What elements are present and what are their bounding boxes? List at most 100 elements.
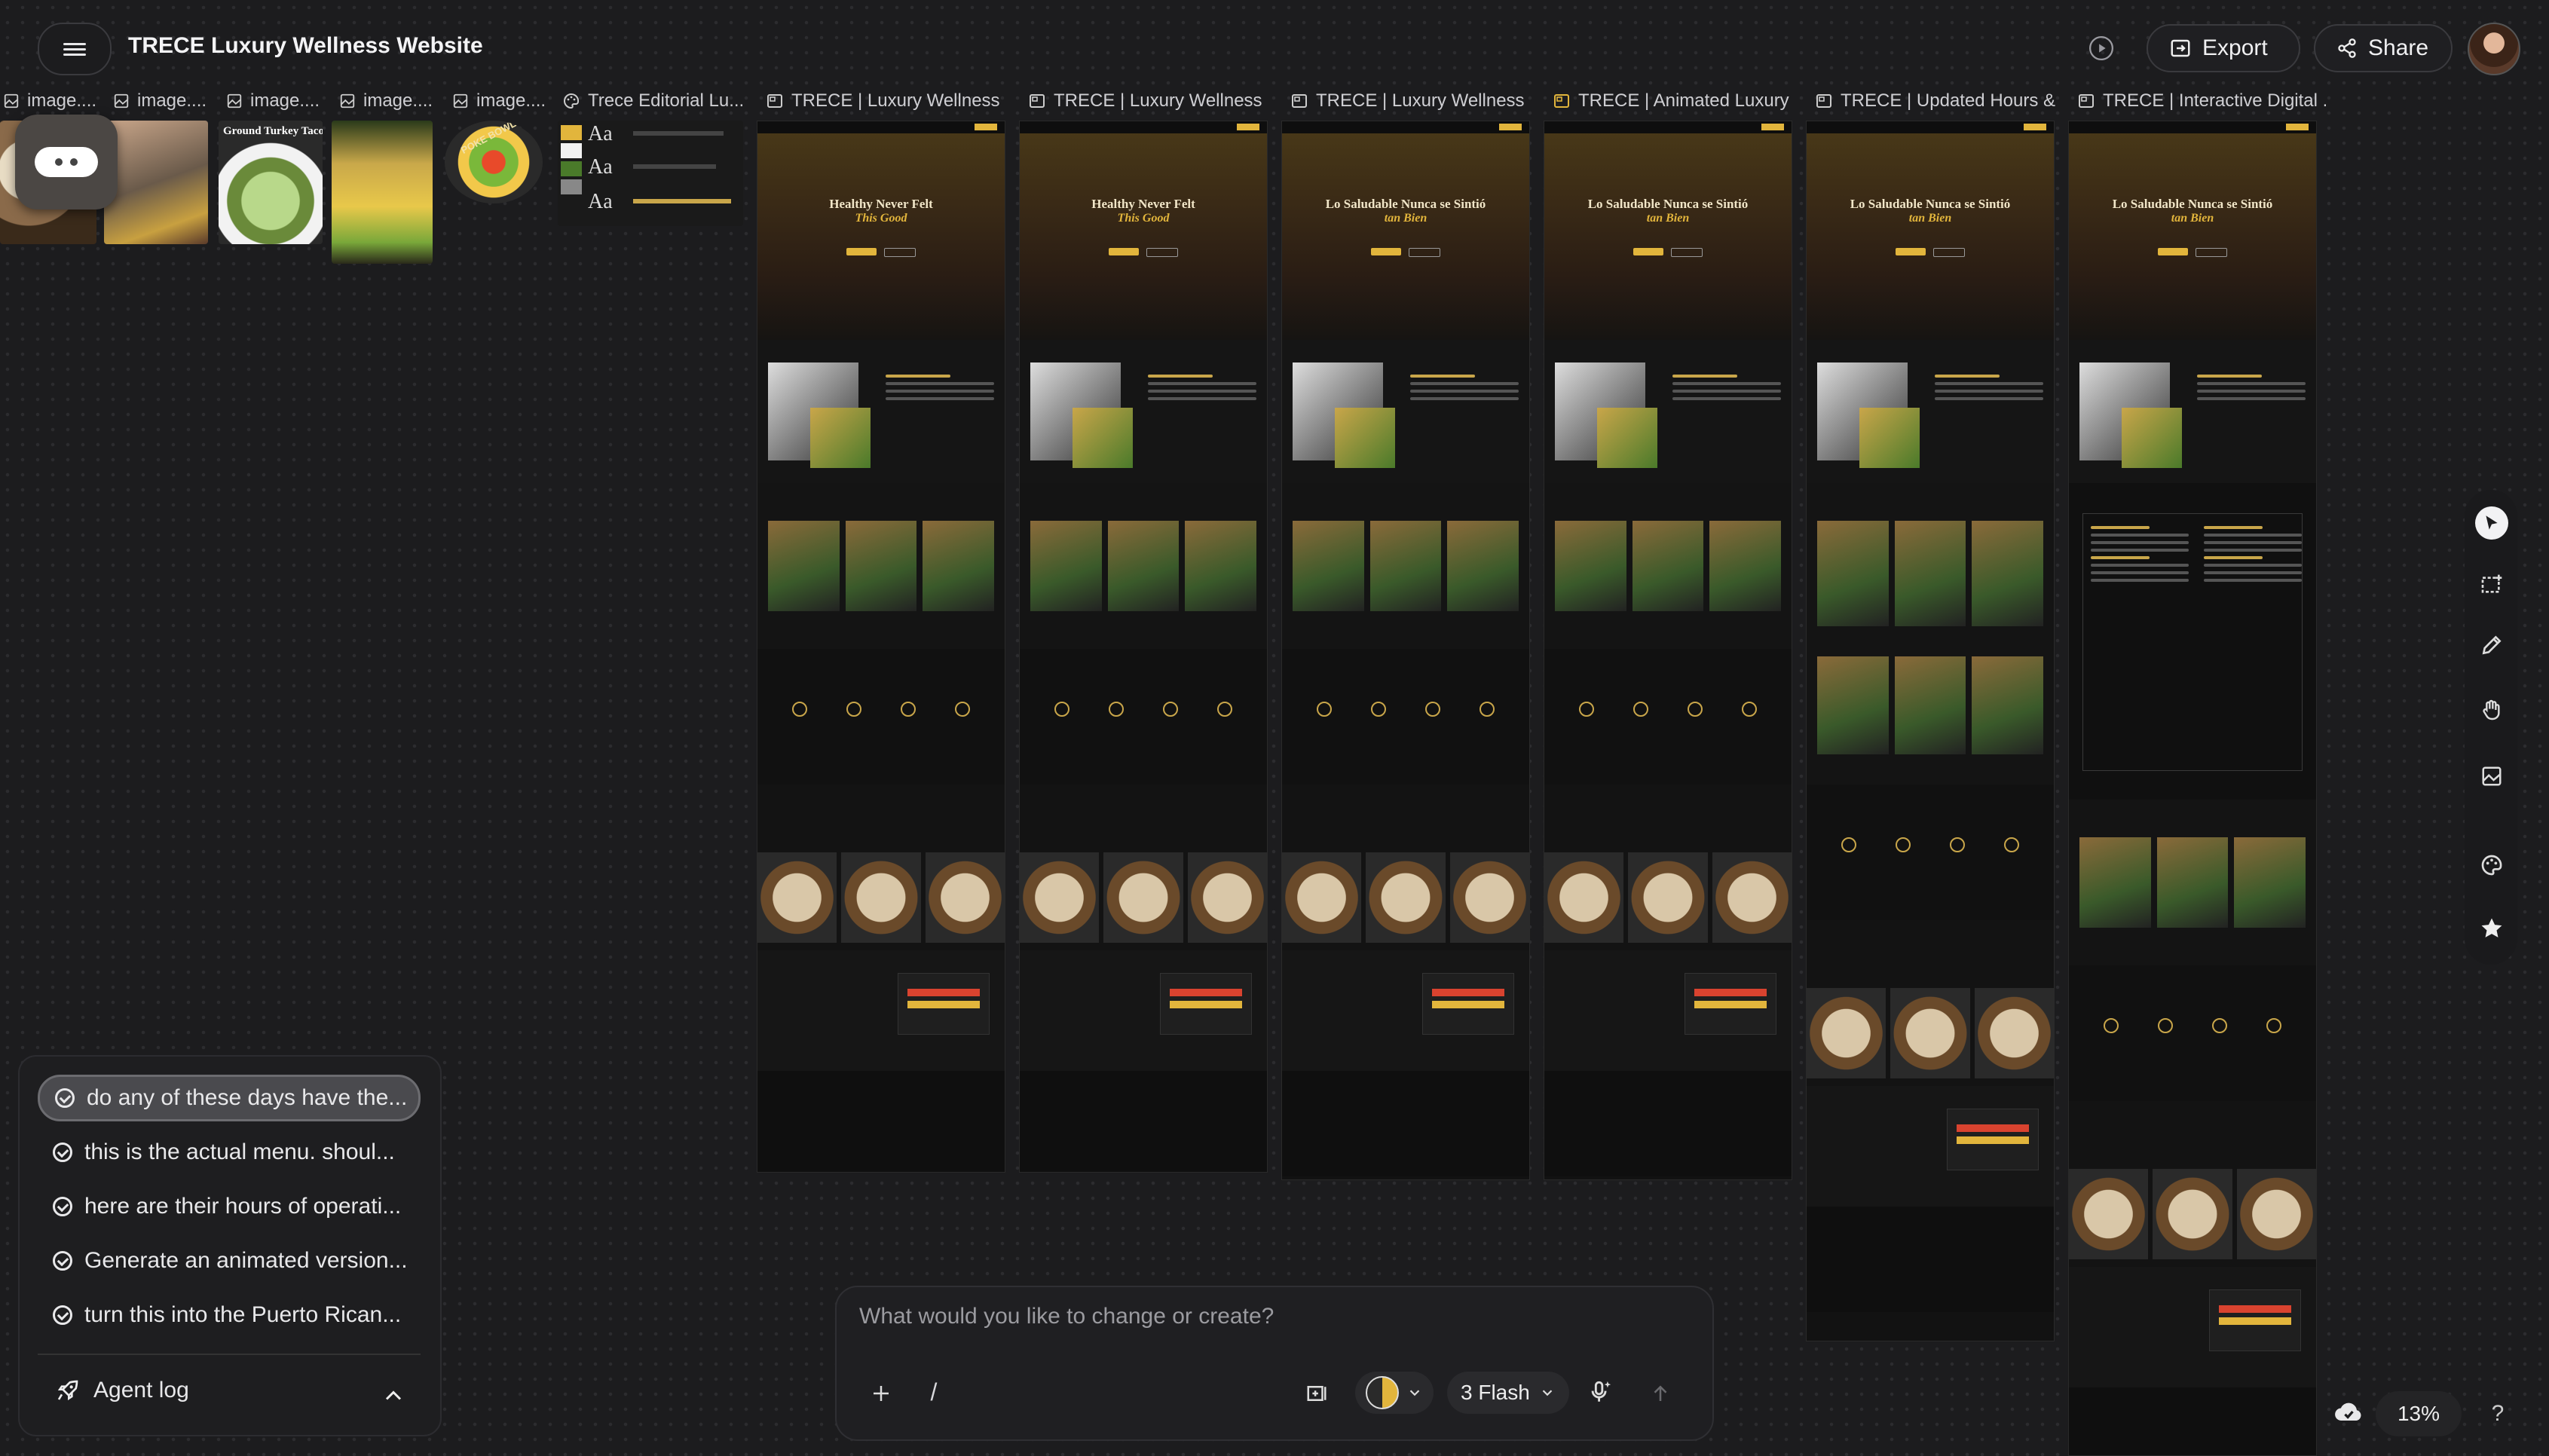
history-item[interactable]: here are their hours of operati... xyxy=(38,1183,421,1230)
site-frame-5[interactable]: Lo Saludable Nunca se Sintió tan Bien xyxy=(1806,121,2055,1341)
theme-selector[interactable] xyxy=(1355,1372,1434,1414)
digital-menu-section xyxy=(2069,483,2316,800)
draw-tool[interactable] xyxy=(2475,629,2508,662)
add-frame-button[interactable] xyxy=(1299,1376,1334,1411)
design-system-thumbnail[interactable]: Aa Aa Aa xyxy=(558,121,743,226)
type-sample-1: Aa xyxy=(588,122,613,145)
contact-section xyxy=(757,950,1005,1071)
history-item[interactable]: Generate an animated version... xyxy=(38,1237,421,1284)
frame-label-image-3[interactable]: image.... xyxy=(226,87,324,115)
frame-label-image-2[interactable]: image.... xyxy=(113,87,211,115)
menu-cards-section xyxy=(1020,483,1267,649)
hero-buttons xyxy=(1544,248,1792,257)
assistant-chat-button[interactable] xyxy=(15,115,118,210)
check-circle-icon xyxy=(53,1305,72,1325)
prompt-input[interactable]: What would you like to change or create? xyxy=(859,1304,1274,1329)
features-section xyxy=(1282,649,1529,785)
collapse-button[interactable] xyxy=(380,1382,407,1409)
about-section xyxy=(2069,340,2316,483)
frame-label-design-system[interactable]: Trece Editorial Lu... xyxy=(562,87,743,115)
slash-commands-button[interactable]: / xyxy=(916,1375,951,1409)
type-sample-3: Aa xyxy=(588,190,613,213)
image-thumbnail-tacos[interactable]: Ground Turkey Tacos xyxy=(219,121,323,244)
pan-tool[interactable] xyxy=(2475,693,2508,726)
zoom-level[interactable]: 13% xyxy=(2376,1391,2462,1436)
image-icon xyxy=(453,93,468,109)
help-button[interactable]: ? xyxy=(2480,1396,2516,1432)
hero-headline: Lo Saludable Nunca se Sintió xyxy=(1587,197,1749,211)
about-section xyxy=(1282,340,1529,483)
frame-label-image-5[interactable]: image.... xyxy=(452,87,550,115)
play-icon xyxy=(2088,35,2114,61)
document-title[interactable]: TRECE Luxury Wellness Website xyxy=(128,33,483,59)
share-button[interactable]: Share xyxy=(2314,24,2453,72)
add-attachment-button[interactable] xyxy=(864,1376,898,1411)
image-thumbnail-person[interactable] xyxy=(104,121,208,244)
model-selector[interactable]: 3 Flash xyxy=(1447,1372,1569,1414)
image-thumbnail-bowl[interactable]: POKE BOWL xyxy=(445,121,543,203)
hero-buttons xyxy=(757,248,1005,257)
gallery-section xyxy=(1807,920,2054,1086)
frame-label-site-1[interactable]: TRECE | Luxury Wellness ... xyxy=(766,87,999,115)
hero-headline: Lo Saludable Nunca se Sintió xyxy=(1850,197,2011,211)
contact-section xyxy=(1807,1086,2054,1207)
user-avatar[interactable] xyxy=(2468,23,2520,75)
hero-section: Healthy Never Felt This Good xyxy=(757,121,1005,340)
hero-headline: Healthy Never Felt xyxy=(829,197,933,211)
hero-buttons xyxy=(1282,248,1529,257)
send-button[interactable] xyxy=(1643,1376,1678,1411)
site-nav xyxy=(1282,121,1529,133)
hero-section: Lo Saludable Nunca se Sintió tan Bien xyxy=(2069,121,2316,340)
check-circle-icon xyxy=(53,1251,72,1271)
frame-label-site-3[interactable]: TRECE | Luxury Wellness (... xyxy=(1290,87,1528,115)
site-frame-2[interactable]: Healthy Never Felt This Good xyxy=(1019,121,1268,1173)
theme-swatch-icon xyxy=(1366,1376,1399,1409)
site-frame-6[interactable]: Lo Saludable Nunca se Sintió tan Bien xyxy=(2068,121,2317,1456)
frame-label-site-2[interactable]: TRECE | Luxury Wellness ... xyxy=(1028,87,1262,115)
frame-label-site-6[interactable]: TRECE | Interactive Digital ... xyxy=(2077,87,2326,115)
image-tool[interactable] xyxy=(2475,760,2508,793)
swatch-green xyxy=(561,161,582,176)
frame-tool[interactable] xyxy=(2475,568,2508,601)
frame-label-image-1[interactable]: image.... xyxy=(3,87,101,115)
agent-log-toggle[interactable]: Agent log xyxy=(56,1378,189,1403)
sync-status[interactable] xyxy=(2332,1396,2368,1432)
theme-tool[interactable] xyxy=(2475,849,2508,882)
chevron-up-icon xyxy=(385,1390,402,1400)
pencil-icon xyxy=(2482,635,2502,655)
history-item[interactable]: this is the actual menu. shoul... xyxy=(38,1129,421,1176)
site-frame-1[interactable]: Healthy Never Felt This Good xyxy=(757,121,1005,1173)
menu-cards-section xyxy=(2069,800,2316,965)
hero-headline: Healthy Never Felt xyxy=(1091,197,1195,211)
gallery-section xyxy=(1544,785,1792,950)
type-sample-2: Aa xyxy=(588,155,613,179)
image-thumbnail-drink[interactable] xyxy=(332,121,433,264)
history-item[interactable]: do any of these days have the... xyxy=(38,1075,421,1121)
rocket-icon xyxy=(57,1380,78,1401)
preview-button[interactable] xyxy=(2082,29,2121,68)
site-frame-4[interactable]: Lo Saludable Nunca se Sintió tan Bien xyxy=(1544,121,1792,1180)
hero-headline-accent: tan Bien xyxy=(1384,212,1428,225)
hero-headline-accent: This Good xyxy=(1117,212,1170,225)
frame-label-site-5[interactable]: TRECE | Updated Hours & ... xyxy=(1815,87,2061,115)
contact-section xyxy=(1544,950,1792,1071)
frame-icon xyxy=(1292,94,1307,108)
menu-button[interactable] xyxy=(38,23,112,75)
favorites-tool[interactable] xyxy=(2475,912,2508,945)
frame-label-site-4[interactable]: TRECE | Animated Luxury ... xyxy=(1553,87,1794,115)
export-button[interactable]: Export xyxy=(2147,24,2300,72)
share-icon xyxy=(2338,38,2356,58)
swatch-grey xyxy=(561,179,582,194)
image-icon xyxy=(340,93,355,109)
history-item[interactable]: turn this into the Puerto Rican... xyxy=(38,1292,421,1338)
site-frame-3[interactable]: Lo Saludable Nunca se Sintió tan Bien xyxy=(1281,121,1530,1180)
frame-label-image-4[interactable]: image.... xyxy=(339,87,437,115)
marquee-icon xyxy=(2481,574,2502,593)
select-tool[interactable] xyxy=(2475,506,2508,540)
features-section xyxy=(2069,965,2316,1101)
chat-icon xyxy=(35,147,98,177)
features-section xyxy=(1020,649,1267,785)
voice-input-button[interactable] xyxy=(1583,1375,1617,1409)
image-icon xyxy=(2482,766,2502,786)
export-icon xyxy=(2171,39,2190,57)
